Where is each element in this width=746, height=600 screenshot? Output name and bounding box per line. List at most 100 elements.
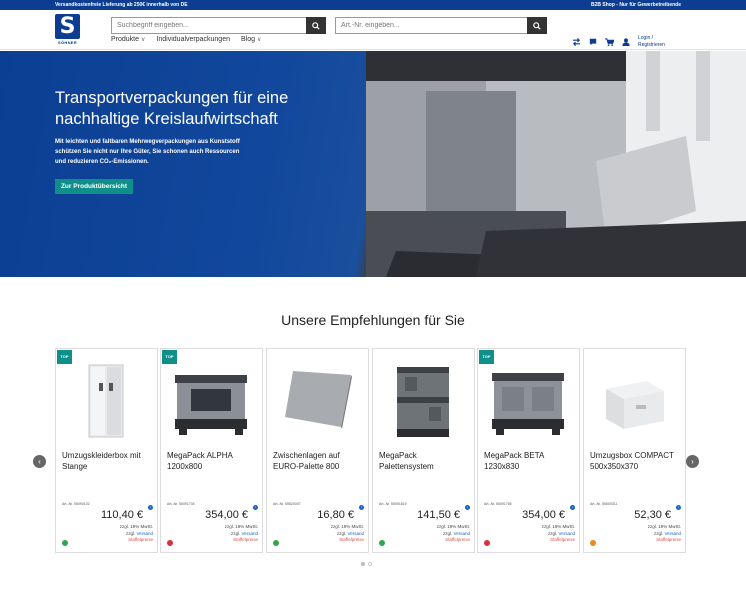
shipping-link[interactable]: Versand (453, 531, 470, 536)
article-number: Art.-Nr. 55091765 (484, 502, 512, 506)
price-notes: zzgl. 19% MwSt. zzgl. Versand Staffelpreis… (331, 524, 364, 544)
hero-banner: Transportverpackungen für eine nachhalti… (0, 51, 746, 277)
price-notes: zzgl. 19% MwSt. zzgl. Versand Staffelpreis… (120, 524, 153, 544)
product-name[interactable]: Umzugskleiderbox mit Stange (62, 450, 154, 472)
product-name[interactable]: MegaPack BETA 1230x830 (484, 450, 576, 472)
hero-text-line: und reduzieren CO₂-Emissionen. (55, 159, 149, 165)
user-icon[interactable] (622, 38, 630, 46)
top-info-bar: Versandkostenfreie Lieferung ab 250€ inn… (0, 0, 746, 10)
nav-item-produkte[interactable]: Produkte ∨ (111, 36, 145, 43)
nav-label: Individualverpackungen (156, 36, 230, 43)
product-card[interactable]: TOP MegaPack BETA 1230x830 Art.-Nr. 550917… (477, 348, 580, 553)
shipping-prefix: zzgl. (442, 530, 453, 536)
availability-status (273, 540, 279, 546)
article-search-box (335, 17, 547, 34)
shipping-prefix: zzgl. (547, 530, 558, 536)
product-price: 52,30 € (634, 509, 671, 521)
chevron-down-icon: ∨ (257, 37, 262, 43)
tier-prices-link[interactable]: Staffelpreise (120, 537, 153, 544)
chevron-down-icon: ∨ (141, 37, 146, 43)
login-link[interactable]: Login / Registrieren (638, 35, 665, 49)
product-card[interactable]: MegaPack Palettensystem Art.-Nr. 55091819… (372, 348, 475, 553)
shipping-prefix: zzgl. (230, 530, 241, 536)
product-name[interactable]: MegaPack Palettensystem (379, 450, 471, 472)
search-button[interactable] (306, 17, 326, 34)
availability-status (590, 540, 596, 546)
shipping-prefix: zzgl. (125, 530, 136, 536)
cart-icon[interactable] (605, 38, 614, 46)
hero-text-line: schützen Sie nicht nur Ihre Güter, Sie s… (55, 149, 240, 155)
product-overview-button[interactable]: Zur Produktübersicht (55, 179, 133, 194)
hero-image (366, 51, 746, 277)
product-name[interactable]: Zwischenlagen auf EURO-Palette 800 (273, 450, 365, 472)
nav-item-blog[interactable]: Blog ∨ (241, 36, 261, 43)
hero-text: Mit leichten und faltbaren Mehrwegverpac… (55, 137, 295, 167)
product-image[interactable] (488, 359, 568, 444)
logo[interactable]: S SÖHNER (55, 14, 80, 46)
page-dot[interactable] (368, 562, 372, 566)
search-input[interactable] (112, 18, 306, 33)
tier-prices-link[interactable]: Staffelpreise (437, 537, 470, 544)
product-image[interactable] (66, 359, 146, 444)
hero-title: Transportverpackungen für eine nachhalti… (55, 89, 289, 128)
product-card[interactable]: Zwischenlagen auf EURO-Palette 800 Art.-N… (266, 348, 369, 553)
compare-icon[interactable] (572, 38, 581, 46)
header: S SÖHNER Produkte∨ Individualverpackunge… (0, 10, 746, 50)
product-name[interactable]: Umzugsbox COMPACT 500x350x370 (590, 450, 682, 472)
shipping-info: Versandkostenfreie Lieferung ab 250€ inn… (55, 2, 188, 8)
search-icon (533, 21, 541, 30)
shipping-link[interactable]: Versand (241, 531, 258, 536)
login-label: Login / (638, 35, 654, 41)
register-label: Registrieren (638, 42, 665, 48)
info-icon[interactable]: i (676, 505, 681, 510)
shipping-link[interactable]: Versand (347, 531, 364, 536)
prev-arrow-button[interactable]: ‹ (33, 455, 46, 468)
product-card[interactable]: TOP Umzugskleiderbox mit Stange Art.-Nr. 5… (55, 348, 158, 553)
availability-status (484, 540, 490, 546)
product-card[interactable]: Umzugsbox COMPACT 500x350x370 Art.-Nr. 55… (583, 348, 686, 553)
product-price: 110,40 € (100, 509, 143, 521)
shipping-link[interactable]: Versand (558, 531, 575, 536)
price-notes: zzgl. 19% MwSt. zzgl. Versand Staffelpreis… (648, 524, 681, 544)
product-image[interactable] (594, 359, 674, 444)
article-number: Art.-Nr. 55090102 (62, 502, 90, 506)
tier-prices-link[interactable]: Staffelpreise (225, 537, 258, 544)
price-notes: zzgl. 19% MwSt. zzgl. Versand Staffelpreis… (437, 524, 470, 544)
tier-prices-link[interactable]: Staffelpreise (331, 537, 364, 544)
nav-label: Blog (241, 36, 256, 43)
product-image[interactable] (277, 359, 357, 444)
product-price: 354,00 € (522, 509, 565, 521)
product-name[interactable]: MegaPack ALPHA 1200x800 (167, 450, 259, 472)
main-nav: Produkte ∨ Individualverpackungen Blog ∨ (111, 36, 261, 43)
product-image[interactable] (171, 359, 251, 444)
shipping-link[interactable]: Versand (136, 531, 153, 536)
next-arrow-button[interactable]: › (686, 455, 699, 468)
chevron-right-icon: › (691, 457, 694, 466)
tier-prices-link[interactable]: Staffelpreise (542, 537, 575, 544)
chat-icon[interactable] (589, 38, 597, 46)
availability-status (379, 540, 385, 546)
info-icon[interactable]: i (148, 505, 153, 510)
price-notes: zzgl. 19% MwSt. zzgl. Versand Staffelpreis… (225, 524, 258, 544)
info-icon[interactable]: i (570, 505, 575, 510)
availability-status (167, 540, 173, 546)
section-title: Unsere Empfehlungen für Sie (281, 312, 465, 328)
article-number: Art.-Nr. 55091819 (379, 502, 407, 506)
product-card[interactable]: TOP MegaPack ALPHA 1200x800 Art.-Nr. 55091… (160, 348, 263, 553)
shipping-link[interactable]: Versand (664, 531, 681, 536)
product-price: 16,80 € (317, 509, 354, 521)
article-number-input[interactable] (336, 18, 527, 33)
tier-prices-link[interactable]: Staffelpreise (648, 537, 681, 544)
info-icon[interactable]: i (359, 505, 364, 510)
nav-label: Produkte (111, 36, 140, 43)
info-icon[interactable]: i (253, 505, 258, 510)
nav-item-individualverpackungen[interactable]: Individualverpackungen (156, 36, 230, 43)
product-price: 141,50 € (417, 509, 460, 521)
header-actions: Login / Registrieren (572, 35, 665, 49)
article-number: Art.-Nr. 55091704 (167, 502, 195, 506)
article-search-button[interactable] (527, 17, 547, 34)
info-icon[interactable]: i (465, 505, 470, 510)
product-image[interactable] (383, 359, 463, 444)
availability-status (62, 540, 68, 546)
page-dot[interactable] (361, 562, 365, 566)
